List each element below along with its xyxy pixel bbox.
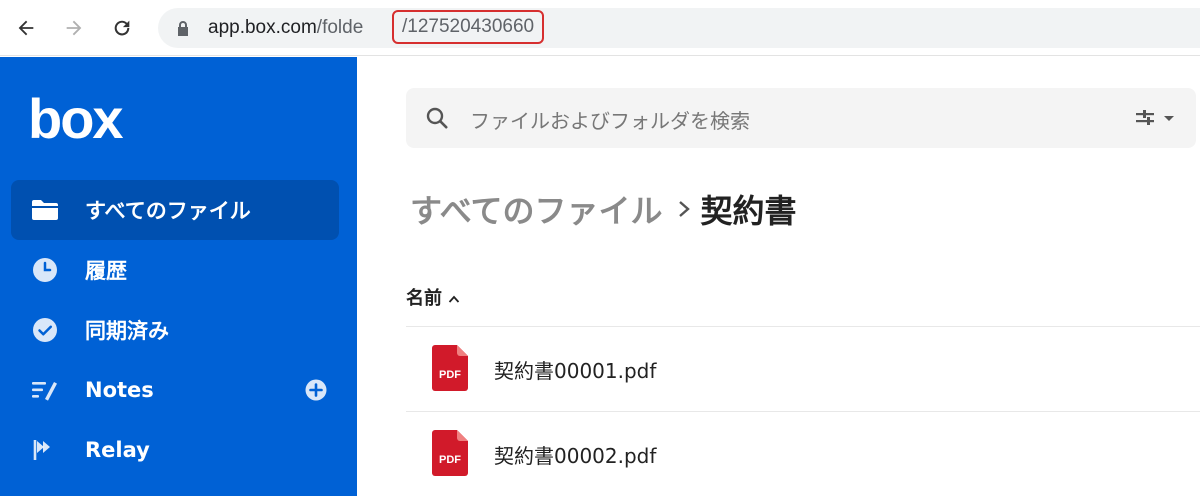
forward-button[interactable]: [60, 14, 88, 42]
sidebar-item-history[interactable]: 履歴: [11, 240, 339, 300]
filter-options-icon[interactable]: [1134, 108, 1178, 128]
file-name[interactable]: 契約書00001.pdf: [494, 355, 656, 384]
sidebar-item-all-files[interactable]: すべてのファイル: [11, 180, 339, 240]
address-bar[interactable]: app.box.com/folde /127520430660: [158, 8, 1200, 48]
breadcrumb-root[interactable]: すべてのファイル: [410, 186, 662, 232]
arrow-right-icon: [66, 20, 82, 36]
sort-ascending-icon: [448, 295, 460, 303]
url-folder-id-highlight: /127520430660: [392, 10, 545, 44]
file-row[interactable]: PDF 契約書00002.pdf: [406, 412, 1200, 496]
notes-icon: [31, 376, 59, 404]
search-icon: [426, 107, 448, 129]
breadcrumb-current: 契約書: [700, 192, 797, 230]
search-input[interactable]: ファイルおよびフォルダを検索: [470, 105, 750, 134]
url-host: app.box.com: [208, 17, 317, 38]
reload-icon: [114, 20, 130, 36]
search-bar[interactable]: ファイルおよびフォルダを検索: [406, 88, 1196, 148]
column-header-label: 名前: [406, 288, 442, 309]
pdf-file-icon: PDF: [432, 430, 468, 476]
sidebar-item-notes[interactable]: Notes: [11, 360, 339, 420]
reload-button[interactable]: [108, 14, 136, 42]
url-path: /folde: [316, 17, 364, 38]
sidebar-item-label: すべてのファイル: [85, 199, 251, 223]
sidebar-item-synced[interactable]: 同期済み: [11, 300, 339, 360]
clock-icon: [31, 256, 59, 284]
folder-icon: [31, 196, 59, 224]
add-note-icon[interactable]: [305, 379, 327, 401]
column-header-name[interactable]: 名前: [406, 284, 460, 310]
breadcrumb: すべてのファイル 契約書: [410, 186, 797, 232]
sidebar-item-label: Notes: [85, 378, 154, 402]
box-logo[interactable]: box: [28, 91, 124, 147]
lock-icon: [178, 21, 188, 36]
sidebar-item-relay[interactable]: Relay: [11, 420, 339, 480]
pdf-icon-label: PDF: [439, 454, 461, 466]
check-circle-icon: [31, 316, 59, 344]
sidebar: box すべてのファイル 履歴 同期済み Notes Relay: [0, 57, 357, 496]
chevron-right-icon: [679, 201, 691, 217]
browser-toolbar: app.box.com/folde /127520430660: [0, 0, 1200, 56]
arrow-left-icon: [18, 20, 34, 36]
url-text: app.box.com/folde: [208, 17, 363, 39]
sidebar-item-label: 同期済み: [85, 319, 169, 343]
file-row[interactable]: PDF 契約書00001.pdf: [406, 327, 1200, 411]
pdf-icon-label: PDF: [439, 369, 461, 381]
sidebar-item-label: 履歴: [85, 259, 127, 283]
sidebar-item-label: Relay: [85, 438, 150, 462]
back-button[interactable]: [12, 14, 40, 42]
file-name[interactable]: 契約書00002.pdf: [494, 440, 656, 469]
relay-icon: [31, 436, 59, 464]
pdf-file-icon: PDF: [432, 345, 468, 391]
